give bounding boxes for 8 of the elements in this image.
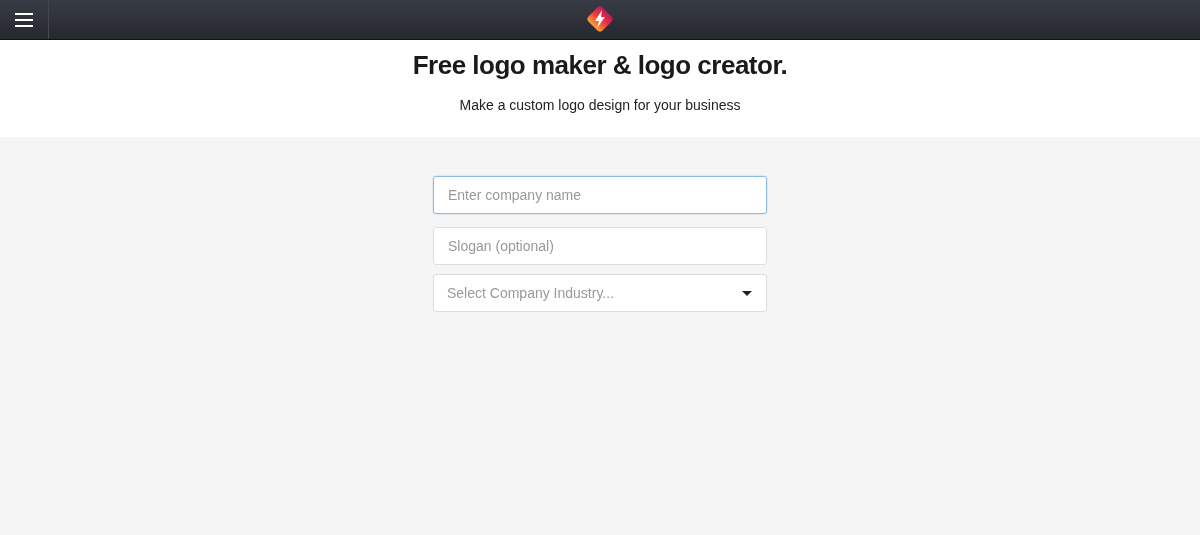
caret-icon <box>742 290 752 296</box>
dropdown-placeholder: Select Company Industry... <box>447 285 615 301</box>
menu-icon <box>15 11 33 28</box>
page-subtitle: Make a custom logo design for your business <box>459 97 741 113</box>
input-field[interactable]: Slogan (optional) <box>433 227 767 265</box>
dropdown-field[interactable]: Select Company Industry... <box>433 274 767 312</box>
page-title: Free logo maker & logo creator. <box>412 50 788 81</box>
input-field[interactable]: Enter company name <box>433 176 767 214</box>
